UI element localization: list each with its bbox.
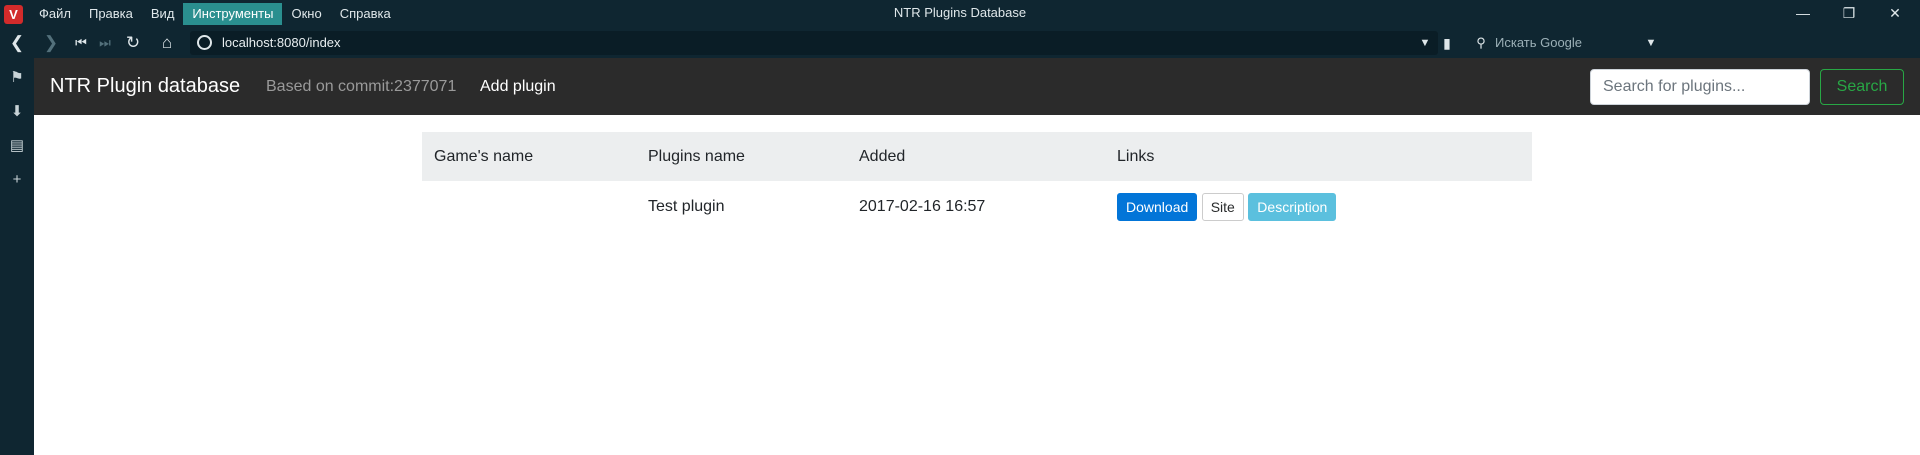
url-text[interactable]: localhost:8080/index bbox=[222, 28, 341, 58]
search-button[interactable]: Search bbox=[1820, 69, 1904, 105]
url-field[interactable] bbox=[190, 31, 1438, 55]
forward-icon[interactable]: ❯ bbox=[38, 28, 64, 58]
bookmark-icon[interactable]: ▮ bbox=[1434, 28, 1460, 58]
fast-forward-icon[interactable]: ⏭ bbox=[92, 28, 118, 58]
restore-icon[interactable]: ❐ bbox=[1826, 0, 1872, 28]
site-brand[interactable]: NTR Plugin database bbox=[50, 58, 240, 115]
site-navbar: NTR Plugin database Based on commit:2377… bbox=[34, 58, 1920, 115]
menu-help[interactable]: Справка bbox=[331, 3, 400, 25]
notes-panel-icon[interactable]: ▤ bbox=[0, 134, 34, 158]
menu-view[interactable]: Вид bbox=[142, 3, 184, 25]
site-info-icon[interactable] bbox=[197, 35, 212, 50]
header-game-name: Game's name bbox=[434, 147, 534, 165]
header-links: Links bbox=[1117, 147, 1155, 165]
cell-game-name bbox=[422, 181, 636, 233]
downloads-panel-icon[interactable]: ⬇ bbox=[0, 100, 34, 124]
cell-plugin-name: Test plugin bbox=[648, 198, 725, 215]
reload-icon[interactable]: ↻ bbox=[120, 28, 146, 58]
add-panel-icon[interactable]: + bbox=[0, 168, 34, 192]
commit-label: Based on commit:2377071 bbox=[266, 78, 457, 95]
site-button[interactable]: Site bbox=[1201, 193, 1244, 221]
title-bar: V Файл Правка Вид Инструменты Окно Справ… bbox=[0, 0, 1920, 28]
menu-tools[interactable]: Инструменты bbox=[183, 3, 283, 25]
back-icon[interactable]: ❮ bbox=[4, 28, 30, 58]
plugin-search-input[interactable] bbox=[1590, 69, 1810, 105]
vivaldi-logo-icon[interactable]: V bbox=[4, 5, 23, 24]
table-header-row: Game's name Plugins name Added Links bbox=[422, 132, 1532, 181]
menu-edit[interactable]: Правка bbox=[80, 3, 142, 25]
search-icon: ⚲ bbox=[1476, 35, 1486, 50]
minimize-icon[interactable]: — bbox=[1780, 0, 1826, 28]
main-content: Game's name Plugins name Added Links Tes… bbox=[34, 115, 1920, 455]
menu-file[interactable]: Файл bbox=[30, 3, 80, 25]
plugins-table: Game's name Plugins name Added Links Tes… bbox=[422, 132, 1532, 233]
table-row: Test plugin 2017-02-16 16:57 Download Si… bbox=[422, 181, 1532, 233]
download-button[interactable]: Download bbox=[1117, 193, 1198, 221]
search-engine-chevron-icon[interactable]: ▼ bbox=[1638, 28, 1664, 58]
browser-search-placeholder[interactable]: Искать Google bbox=[1495, 28, 1582, 58]
header-plugin-name: Plugins name bbox=[648, 147, 745, 165]
home-icon[interactable]: ⌂ bbox=[154, 28, 180, 58]
header-added: Added bbox=[859, 147, 906, 165]
close-icon[interactable]: ✕ bbox=[1872, 0, 1918, 28]
bookmarks-panel-icon[interactable]: ⚑ bbox=[0, 66, 34, 90]
add-plugin-link[interactable]: Add plugin bbox=[480, 58, 556, 115]
cell-added: 2017-02-16 16:57 bbox=[859, 198, 986, 215]
description-button[interactable]: Description bbox=[1248, 193, 1337, 221]
cell-links: Download Site Description bbox=[1105, 181, 1532, 233]
menu-bar: Файл Правка Вид Инструменты Окно Справка bbox=[30, 0, 400, 28]
menu-window[interactable]: Окно bbox=[282, 3, 330, 25]
browser-sidebar: ⚑ ⬇ ▤ + bbox=[0, 58, 34, 455]
rewind-icon[interactable]: ⏮ bbox=[68, 28, 94, 58]
